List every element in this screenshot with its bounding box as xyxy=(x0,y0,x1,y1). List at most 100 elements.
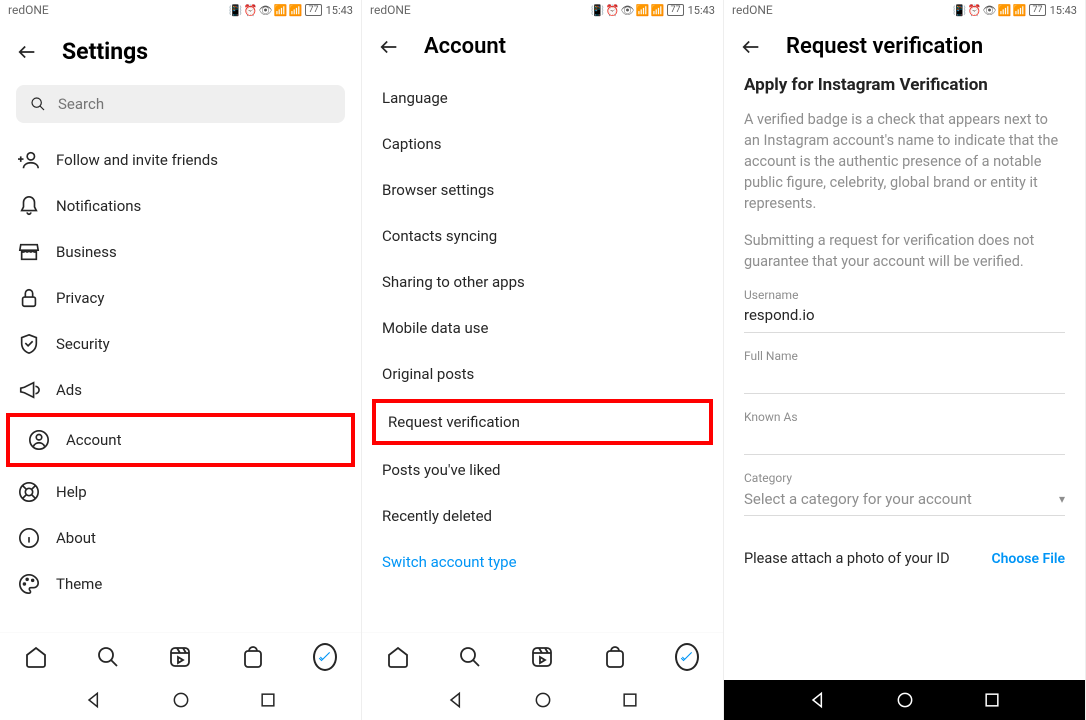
reels-icon[interactable] xyxy=(168,645,192,669)
account-item-original-posts[interactable]: Original posts xyxy=(362,351,723,397)
settings-item-help[interactable]: Help xyxy=(0,469,361,515)
nav-recent-icon[interactable] xyxy=(258,690,278,710)
nav-recent-icon[interactable] xyxy=(982,690,1002,710)
field-label: Username xyxy=(744,288,1065,302)
field-knownas[interactable]: Known As xyxy=(744,410,1065,455)
tab-bar xyxy=(0,632,361,680)
nav-home-icon[interactable] xyxy=(895,690,915,710)
settings-item-account[interactable]: Account xyxy=(10,417,351,463)
page-title: Account xyxy=(424,34,506,59)
activity-icon[interactable] xyxy=(313,645,337,669)
eye-icon: 👁 xyxy=(621,4,633,16)
battery-indicator: 77 xyxy=(1029,4,1045,16)
eye-icon: 👁 xyxy=(983,4,995,16)
nav-home-icon[interactable] xyxy=(533,690,553,710)
form-subtitle: Apply for Instagram Verification xyxy=(744,75,1065,95)
settings-item-follow-invite[interactable]: Follow and invite friends xyxy=(0,137,361,183)
settings-item-notifications[interactable]: Notifications xyxy=(0,183,361,229)
settings-item-about[interactable]: About xyxy=(0,515,361,561)
settings-item-label: Business xyxy=(56,243,117,261)
account-item-language[interactable]: Language xyxy=(362,75,723,121)
nav-recent-icon[interactable] xyxy=(620,690,640,710)
reels-icon[interactable] xyxy=(530,645,554,669)
account-item-captions[interactable]: Captions xyxy=(362,121,723,167)
activity-icon[interactable] xyxy=(675,645,699,669)
settings-item-business[interactable]: Business xyxy=(0,229,361,275)
account-item-recently-deleted[interactable]: Recently deleted xyxy=(362,493,723,539)
clock-label: 15:43 xyxy=(688,4,715,17)
battery-indicator: 77 xyxy=(305,4,321,16)
megaphone-icon xyxy=(18,379,40,401)
settings-item-label: Help xyxy=(56,483,87,501)
verification-form: Apply for Instagram Verification A verif… xyxy=(724,67,1085,680)
settings-list: Follow and invite friends Notifications … xyxy=(0,137,361,607)
field-label: Known As xyxy=(744,410,1065,424)
settings-item-label: Theme xyxy=(56,575,102,593)
wifi-icon: 📶 xyxy=(998,4,1010,16)
shop-icon[interactable] xyxy=(603,645,627,669)
choose-file-button[interactable]: Choose File xyxy=(991,551,1065,567)
home-icon[interactable] xyxy=(386,645,410,669)
lock-icon xyxy=(18,287,40,309)
settings-item-security[interactable]: Security xyxy=(0,321,361,367)
status-right: 📳 ⏰ 👁 📶 📶 77 15:43 xyxy=(953,4,1077,17)
alarm-icon: ⏰ xyxy=(244,4,256,16)
search-input[interactable] xyxy=(58,95,331,113)
nav-back-icon[interactable] xyxy=(446,690,466,710)
alarm-icon: ⏰ xyxy=(968,4,980,16)
palette-icon xyxy=(18,573,40,595)
search-tab-icon[interactable] xyxy=(458,645,482,669)
chevron-down-icon: ▾ xyxy=(1059,492,1065,506)
bell-icon xyxy=(18,195,40,217)
settings-item-ads[interactable]: Ads xyxy=(0,367,361,413)
vibrate-icon: 📳 xyxy=(229,4,241,16)
account-item-posts-liked[interactable]: Posts you've liked xyxy=(362,447,723,493)
nav-home-icon[interactable] xyxy=(171,690,191,710)
alarm-icon: ⏰ xyxy=(606,4,618,16)
carrier-label: redONE xyxy=(370,3,411,17)
back-arrow-icon[interactable] xyxy=(378,36,400,58)
eye-icon: 👁 xyxy=(259,4,271,16)
account-item-switch-type[interactable]: Switch account type xyxy=(362,539,723,585)
search-tab-icon[interactable] xyxy=(96,645,120,669)
settings-item-theme[interactable]: Theme xyxy=(0,561,361,607)
page-title: Request verification xyxy=(786,34,983,59)
account-item-sharing[interactable]: Sharing to other apps xyxy=(362,259,723,305)
nav-back-icon[interactable] xyxy=(84,690,104,710)
account-item-browser[interactable]: Browser settings xyxy=(362,167,723,213)
category-placeholder: Select a category for your account xyxy=(744,490,972,508)
account-item-contacts[interactable]: Contacts syncing xyxy=(362,213,723,259)
clock-label: 15:43 xyxy=(326,4,353,17)
signal-icon: 📶 xyxy=(651,4,663,16)
signal-icon: 📶 xyxy=(1013,4,1025,16)
field-label: Category xyxy=(744,471,1065,485)
form-description-1: A verified badge is a check that appears… xyxy=(744,109,1065,214)
settings-panel: redONE 📳 ⏰ 👁 📶 📶 77 15:43 Settings Fol xyxy=(0,0,362,720)
back-arrow-icon[interactable] xyxy=(740,36,762,58)
account-item-mobile-data[interactable]: Mobile data use xyxy=(362,305,723,351)
search-bar[interactable] xyxy=(16,85,345,123)
status-right: 📳 ⏰ 👁 📶 📶 77 15:43 xyxy=(229,4,353,17)
field-value: respond.io xyxy=(744,306,1065,326)
account-item-request-verification[interactable]: Request verification xyxy=(372,399,713,445)
settings-item-privacy[interactable]: Privacy xyxy=(0,275,361,321)
info-icon xyxy=(18,527,40,549)
status-bar: redONE 📳 ⏰ 👁 📶 📶 77 15:43 xyxy=(0,0,361,20)
status-bar: redONE 📳 ⏰ 👁 📶 📶 77 15:43 xyxy=(724,0,1085,20)
field-category[interactable]: Category Select a category for your acco… xyxy=(744,471,1065,516)
settings-item-label: Follow and invite friends xyxy=(56,151,218,169)
field-label: Full Name xyxy=(744,349,1065,363)
field-fullname[interactable]: Full Name xyxy=(744,349,1065,394)
back-arrow-icon[interactable] xyxy=(16,41,38,63)
nav-back-icon[interactable] xyxy=(808,690,828,710)
android-nav-bar xyxy=(362,680,723,720)
carrier-label: redONE xyxy=(732,3,773,17)
field-username[interactable]: Username respond.io xyxy=(744,288,1065,333)
clock-label: 15:43 xyxy=(1050,4,1077,17)
shop-icon[interactable] xyxy=(241,645,265,669)
add-person-icon xyxy=(18,149,40,171)
wifi-icon: 📶 xyxy=(274,4,286,16)
form-description-2: Submitting a request for verification do… xyxy=(744,230,1065,272)
home-icon[interactable] xyxy=(24,645,48,669)
signal-icon: 📶 xyxy=(289,4,301,16)
